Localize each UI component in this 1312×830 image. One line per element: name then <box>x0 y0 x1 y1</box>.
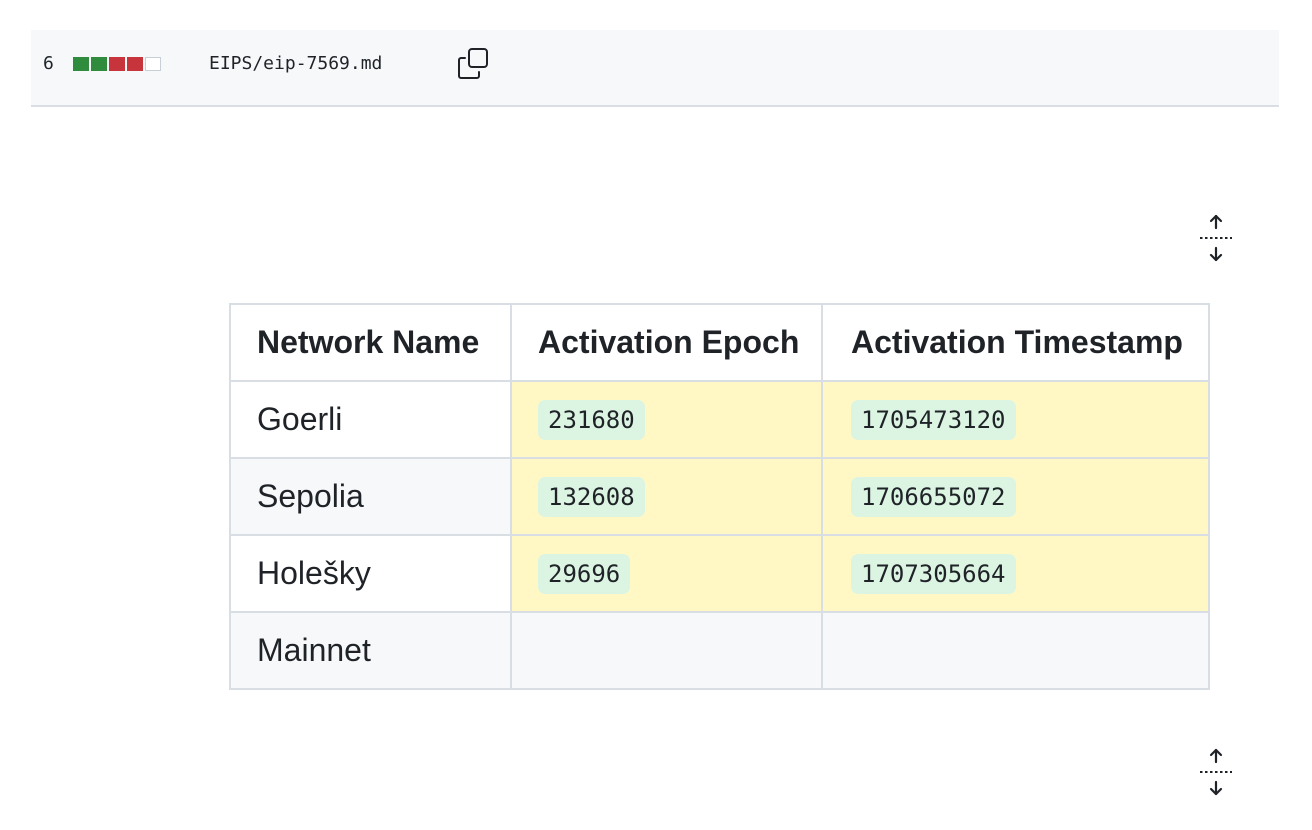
network-name-cell: Sepolia <box>229 457 512 536</box>
table-row: Mainnet <box>229 611 1210 690</box>
diffstat-deletion-block <box>109 57 125 71</box>
timestamp-value: 1707305664 <box>851 554 1016 594</box>
file-path[interactable]: EIPS/eip-7569.md <box>209 53 382 75</box>
table-row: Holešky 29696 1707305664 <box>229 534 1210 613</box>
diffstat <box>73 57 161 71</box>
epoch-value: 231680 <box>538 400 645 440</box>
table-header-row: Network Name Activation Epoch Activation… <box>229 303 1210 382</box>
expand-hidden-lines-button[interactable] <box>1196 746 1236 802</box>
expand-hidden-lines-button[interactable] <box>1196 212 1236 268</box>
network-name-cell: Holešky <box>229 534 512 613</box>
network-name-cell: Goerli <box>229 380 512 459</box>
activation-epoch-cell: 132608 <box>510 457 823 536</box>
activation-timestamp-cell: 1707305664 <box>821 534 1210 613</box>
diffstat-addition-block <box>73 57 89 71</box>
diffstat-neutral-block <box>145 57 161 71</box>
network-name-cell: Mainnet <box>229 611 512 690</box>
column-header-network-name: Network Name <box>229 303 512 382</box>
file-header: 6 EIPS/eip-7569.md <box>31 30 1279 107</box>
activation-epoch-cell <box>510 611 823 690</box>
activation-timestamp-cell: 1706655072 <box>821 457 1210 536</box>
table-row: Goerli 231680 1705473120 <box>229 380 1210 459</box>
copy-path-button[interactable] <box>455 44 493 82</box>
column-header-activation-timestamp: Activation Timestamp <box>821 303 1210 382</box>
unfold-icon <box>1200 748 1232 796</box>
diffstat-deletion-block <box>127 57 143 71</box>
timestamp-value: 1706655072 <box>851 477 1016 517</box>
activation-timestamp-cell <box>821 611 1210 690</box>
network-activation-table: Network Name Activation Epoch Activation… <box>229 303 1210 690</box>
table-row: Sepolia 132608 1706655072 <box>229 457 1210 536</box>
change-count: 6 <box>43 53 54 74</box>
activation-timestamp-cell: 1705473120 <box>821 380 1210 459</box>
unfold-icon <box>1200 214 1232 262</box>
diffstat-addition-block <box>91 57 107 71</box>
epoch-value: 132608 <box>538 477 645 517</box>
timestamp-value: 1705473120 <box>851 400 1016 440</box>
column-header-activation-epoch: Activation Epoch <box>510 303 823 382</box>
activation-epoch-cell: 231680 <box>510 380 823 459</box>
activation-epoch-cell: 29696 <box>510 534 823 613</box>
epoch-value: 29696 <box>538 554 631 594</box>
copy-icon <box>458 48 488 79</box>
